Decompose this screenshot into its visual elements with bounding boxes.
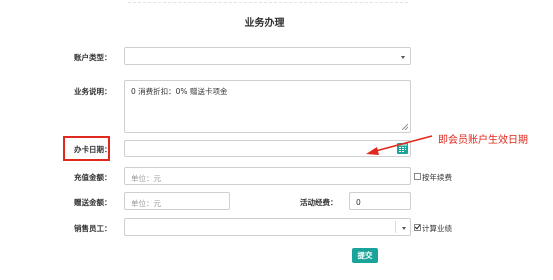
count-performance-checkbox[interactable] bbox=[414, 224, 421, 231]
annual-renewal-checkbox[interactable] bbox=[414, 173, 421, 180]
gift-input[interactable]: 单位：元 bbox=[124, 192, 230, 210]
gift-placeholder: 单位：元 bbox=[131, 199, 161, 208]
recharge-input[interactable]: 单位：元 bbox=[124, 167, 411, 185]
arrow-head bbox=[366, 147, 379, 155]
submit-button[interactable]: 提交 bbox=[352, 248, 378, 263]
activity-fee-value: 0 bbox=[356, 198, 361, 207]
arrow-line bbox=[371, 135, 433, 153]
annotation-text: 即会员账户生效日期 bbox=[438, 135, 528, 146]
activity-fee-input[interactable]: 0 bbox=[349, 192, 411, 210]
select-divider bbox=[395, 221, 396, 233]
staff-label: 销售员工： bbox=[74, 224, 112, 233]
chevron-down-icon bbox=[402, 227, 406, 230]
recharge-placeholder: 单位：元 bbox=[131, 174, 161, 183]
count-performance-label: 计算业绩 bbox=[422, 224, 452, 233]
gift-label: 赠送金额： bbox=[74, 198, 112, 207]
staff-select[interactable] bbox=[124, 218, 411, 236]
recharge-label: 充值金额： bbox=[74, 173, 112, 182]
annual-renewal-label: 按年续费 bbox=[422, 173, 452, 182]
activity-fee-label: 活动经费： bbox=[300, 198, 338, 207]
